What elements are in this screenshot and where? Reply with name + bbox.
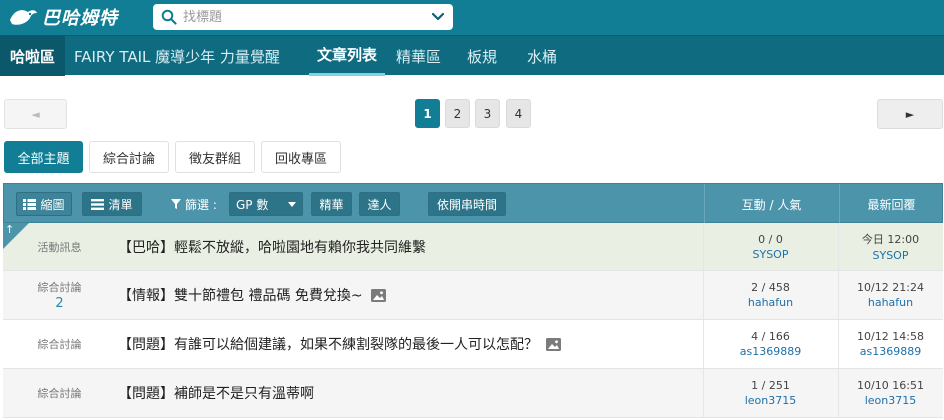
category-label[interactable]: 綜合討論: [38, 279, 82, 295]
table-row[interactable]: 綜合討論 【問題】有誰可以給個建議，如果不練割裂隊的最後一人可以怎配？ 4 / …: [3, 320, 943, 369]
tab-featured[interactable]: 精華區: [396, 36, 441, 76]
thread-list: 縮圖 清單 篩選 : GP 數 精華 達人 依開串時間 互動 / 人氣 最新回覆…: [3, 183, 943, 420]
row-last-reply: 10/12 14:58 as1369889: [838, 320, 943, 368]
page-button-2[interactable]: 2: [445, 99, 470, 128]
last-reply-user[interactable]: as1369889: [860, 345, 921, 358]
featured-filter-button[interactable]: 精華: [311, 192, 352, 216]
sort-by-time-button[interactable]: 依開串時間: [428, 192, 506, 216]
page-button-1[interactable]: 1: [415, 99, 440, 128]
row-interact: 0 / 0 SYSOP: [703, 223, 838, 270]
thread-title-text[interactable]: 【問題】有誰可以給個建議，如果不練割裂隊的最後一人可以怎配？: [118, 334, 538, 354]
thread-title-text[interactable]: 【巴哈】輕鬆不放縱，哈啦園地有賴你我共同維繫: [118, 237, 426, 257]
funnel-icon: [171, 199, 181, 209]
col-interact-header: 互動 / 人氣: [741, 197, 802, 212]
filter-label: 篩選 :: [171, 184, 217, 224]
grid-view-label: 縮圖: [40, 197, 65, 212]
tab-bucket[interactable]: 水桶: [527, 36, 557, 76]
row-last-reply: 今日 12:00 SYSOP: [838, 223, 943, 270]
last-reply-user[interactable]: leon3715: [865, 394, 917, 407]
category-label[interactable]: 綜合討論: [38, 336, 82, 352]
prev-page-button[interactable]: ◄: [4, 99, 67, 129]
page-button-4[interactable]: 4: [506, 99, 531, 128]
expert-filter-button[interactable]: 達人: [359, 192, 400, 216]
last-reply-time[interactable]: 10/12 21:24: [857, 281, 924, 294]
top-bar: 巴哈姆特: [0, 0, 944, 35]
thread-title-text[interactable]: 【情報】雙十節禮包 禮品碼 免費兌換~: [118, 285, 363, 305]
filter-general[interactable]: 綜合討論: [89, 141, 169, 173]
table-row[interactable]: 綜合討論 【問題】補師是不是只有溫蒂啊 1 / 251 leon3715 10/…: [3, 369, 943, 418]
filter-recycle[interactable]: 回收專區: [261, 141, 341, 173]
thread-title[interactable]: 【問題】有誰可以給個建議，如果不練割裂隊的最後一人可以怎配？: [118, 320, 561, 368]
category-reply-count[interactable]: 2: [55, 296, 63, 311]
search-input[interactable]: [183, 6, 431, 28]
thread-title-text[interactable]: 【問題】補師是不是只有溫蒂啊: [118, 383, 314, 403]
list-icon: [91, 198, 105, 210]
filter-label-text: 篩選 :: [185, 197, 217, 212]
author-link[interactable]: as1369889: [740, 345, 801, 358]
tab-rules[interactable]: 板規: [467, 36, 497, 76]
sort-gp-select[interactable]: GP 數: [229, 192, 303, 216]
thread-title[interactable]: 【問題】補師是不是只有溫蒂啊: [118, 369, 314, 417]
last-reply-time[interactable]: 10/12 14:58: [857, 330, 924, 343]
last-reply-user[interactable]: SYSOP: [873, 249, 909, 262]
row-category: 活動訊息: [3, 223, 116, 270]
row-interact: 4 / 166 as1369889: [703, 320, 838, 368]
logo-text: 巴哈姆特: [42, 8, 118, 29]
row-interact: 2 / 458 hahafun: [703, 271, 838, 319]
grid-view-button[interactable]: 縮圖: [16, 192, 72, 216]
search-box[interactable]: [153, 4, 453, 30]
author-link[interactable]: SYSOP: [753, 248, 789, 261]
last-reply-time[interactable]: 10/10 16:51: [857, 379, 924, 392]
list-view-button[interactable]: 清單: [82, 192, 142, 216]
category-label[interactable]: 綜合討論: [38, 385, 82, 401]
grid-icon: [23, 198, 37, 210]
author-link[interactable]: hahafun: [748, 296, 793, 309]
nav-home-link[interactable]: 哈啦區: [0, 36, 65, 76]
bahamut-logo[interactable]: 巴哈姆特: [8, 4, 118, 30]
dragon-logo-icon: [10, 10, 37, 25]
row-last-reply: 10/12 21:24 hahafun: [838, 271, 943, 319]
list-view-label: 清單: [108, 197, 133, 212]
table-row-pinned[interactable]: ↑ 活動訊息 【巴哈】輕鬆不放縱，哈啦園地有賴你我共同維繫 0 / 0 SYSO…: [3, 223, 943, 271]
category-label[interactable]: 活動訊息: [38, 239, 82, 255]
search-icon: [161, 9, 177, 25]
thread-title[interactable]: 【情報】雙十節禮包 禮品碼 免費兌換~: [118, 271, 386, 319]
pagination: ◄ 1 2 3 4 ►: [0, 99, 944, 129]
nav-board-name[interactable]: FAIRY TAIL 魔導少年 力量覺醒: [74, 36, 280, 76]
last-reply-user[interactable]: hahafun: [868, 296, 913, 309]
interact-count: 1 / 251: [751, 379, 790, 392]
last-reply-time[interactable]: 今日 12:00: [862, 231, 919, 247]
tab-article-list[interactable]: 文章列表: [309, 36, 386, 76]
filter-all-topics[interactable]: 全部主題: [4, 141, 83, 173]
row-interact: 1 / 251 leon3715: [703, 369, 838, 417]
board-nav: 哈啦區 FAIRY TAIL 魔導少年 力量覺醒 文章列表 精華區 板規 水桶: [0, 35, 944, 76]
caret-down-icon: [288, 202, 296, 207]
page-button-3[interactable]: 3: [475, 99, 500, 128]
chevron-down-icon[interactable]: [431, 12, 445, 22]
row-category: 綜合討論: [3, 320, 116, 368]
interact-count: 2 / 458: [751, 281, 790, 294]
thread-list-header: 縮圖 清單 篩選 : GP 數 精華 達人 依開串時間 互動 / 人氣 最新回覆: [3, 183, 943, 224]
image-icon: [546, 337, 561, 351]
filter-recruit[interactable]: 徵友群組: [175, 141, 255, 173]
author-link[interactable]: leon3715: [745, 394, 797, 407]
interact-count: 0 / 0: [758, 232, 783, 246]
col-reply-header: 最新回覆: [867, 197, 916, 212]
table-row[interactable]: 綜合討論 2 【情報】雙十節禮包 禮品碼 免費兌換~ 2 / 458 hahaf…: [3, 271, 943, 320]
image-icon: [370, 288, 386, 302]
row-last-reply: 10/10 16:51 leon3715: [838, 369, 943, 417]
next-page-button[interactable]: ►: [877, 99, 943, 129]
interact-count: 4 / 166: [751, 330, 790, 343]
row-category: 綜合討論: [3, 369, 116, 417]
sort-gp-value: GP 數: [236, 197, 269, 212]
row-category: 綜合討論 2: [3, 271, 116, 319]
thread-title[interactable]: 【巴哈】輕鬆不放縱，哈啦園地有賴你我共同維繫: [118, 223, 426, 270]
